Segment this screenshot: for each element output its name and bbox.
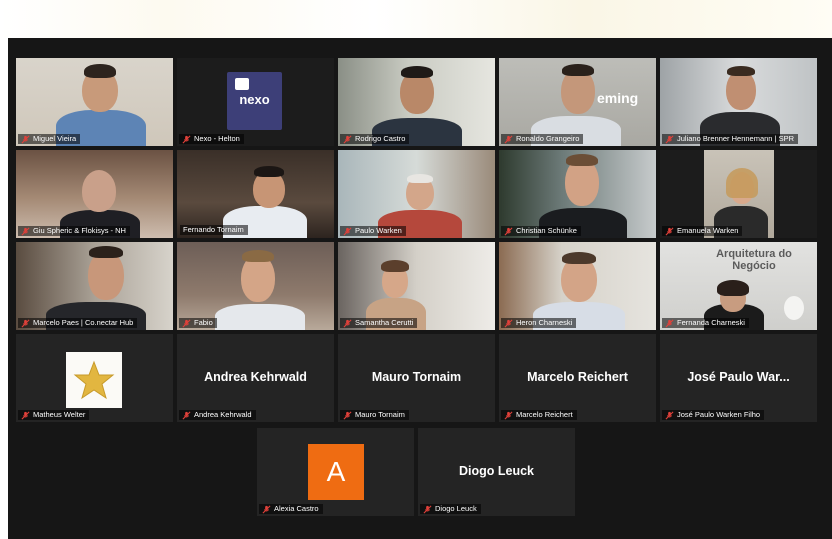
participant-tile-rodrigo-castro[interactable]: Rodrigo Castro xyxy=(338,58,495,146)
avatar xyxy=(66,352,122,408)
participant-name-label: Diogo Leuck xyxy=(420,504,481,514)
muted-microphone-icon xyxy=(504,319,513,327)
participant-display-name: Andrea Kehrwald xyxy=(204,370,307,384)
person-hair xyxy=(242,250,274,262)
muted-microphone-icon xyxy=(504,135,513,143)
wall-sign: eming xyxy=(597,90,639,106)
wall-sign: Arquitetura do Negócio xyxy=(716,248,792,272)
muted-microphone-icon xyxy=(21,227,30,235)
participant-name-label: Andrea Kehrwald xyxy=(179,410,256,420)
participant-name-label: Mauro Tornaim xyxy=(340,410,409,420)
participant-name-label: Ronaldo Grangeiro xyxy=(501,134,584,144)
participant-name-label: Juliano Brenner Hennemann | SPR xyxy=(662,134,799,144)
muted-microphone-icon xyxy=(182,319,191,327)
participant-tile-mauro-tornaim[interactable]: Mauro Tornaim Mauro Tornaim xyxy=(338,334,495,422)
muted-microphone-icon xyxy=(665,227,674,235)
muted-microphone-icon xyxy=(343,319,352,327)
muted-microphone-icon xyxy=(21,319,30,327)
participant-name-label: Fernanda Charneski xyxy=(662,318,749,328)
top-strip xyxy=(0,0,832,38)
muted-microphone-icon xyxy=(504,411,513,419)
participant-name-label: Giu Spheric & Flokisys - NH xyxy=(18,226,130,236)
participant-name-label: Emanuela Warken xyxy=(662,226,743,236)
muted-microphone-icon xyxy=(343,135,352,143)
participant-tile-alexia-castro[interactable]: A Alexia Castro xyxy=(257,428,414,516)
participant-tile-marcelo-paes[interactable]: Marcelo Paes | Co.nectar Hub xyxy=(16,242,173,330)
participant-name-label: Rodrigo Castro xyxy=(340,134,410,144)
participant-name-label: Marcelo Paes | Co.nectar Hub xyxy=(18,318,138,328)
muted-microphone-icon xyxy=(21,135,30,143)
muted-microphone-icon xyxy=(343,411,352,419)
participant-tile-fernanda-charneski[interactable]: Arquitetura do Negócio Fernanda Charnesk… xyxy=(660,242,817,330)
participant-name-label: Heron Charneski xyxy=(501,318,577,328)
participant-tile-nexo-helton[interactable]: nexo Nexo - Helton xyxy=(177,58,334,146)
muted-microphone-icon xyxy=(423,505,432,513)
person-hair xyxy=(381,260,409,272)
person-body xyxy=(215,304,305,330)
participant-tile-paulo-warken[interactable]: Paulo Warken xyxy=(338,150,495,238)
person-hair xyxy=(562,64,594,76)
muted-microphone-icon xyxy=(504,227,513,235)
participant-name-label: Fernando Tornaim xyxy=(180,225,248,235)
participant-name-label: Paulo Warken xyxy=(340,226,406,236)
muted-microphone-icon xyxy=(182,135,191,143)
participant-display-name: Mauro Tornaim xyxy=(371,370,462,384)
participant-tile-heron-charneski[interactable]: Heron Charneski xyxy=(499,242,656,330)
person-hair xyxy=(727,66,755,76)
participant-name-label: José Paulo Warken Filho xyxy=(662,410,765,420)
participant-tile-fernando-tornaim[interactable]: Fernando Tornaim xyxy=(177,150,334,238)
muted-microphone-icon xyxy=(665,319,674,327)
muted-microphone-icon xyxy=(21,411,30,419)
participant-tile-samantha-cerutti[interactable]: Samantha Cerutti xyxy=(338,242,495,330)
participant-name-label: Fabio xyxy=(179,318,217,328)
participant-name-label: Marcelo Reichert xyxy=(501,410,577,420)
muted-microphone-icon xyxy=(343,227,352,235)
participant-tile-diogo-leuck[interactable]: Diogo Leuck Diogo Leuck xyxy=(418,428,575,516)
participant-tile-marcelo-reichert[interactable]: Marcelo Reichert Marcelo Reichert xyxy=(499,334,656,422)
person-head xyxy=(82,170,116,212)
participant-tile-andrea-kehrwald[interactable]: Andrea Kehrwald Andrea Kehrwald xyxy=(177,334,334,422)
participant-tile-jose-paulo-warken-filho[interactable]: José Paulo War... José Paulo Warken Filh… xyxy=(660,334,817,422)
logo-text: nexo xyxy=(239,92,270,107)
muted-microphone-icon xyxy=(182,411,191,419)
headphones xyxy=(401,66,433,78)
participant-display-name: José Paulo War... xyxy=(687,370,790,384)
participant-tile-juliano-brenner[interactable]: Juliano Brenner Hennemann | SPR xyxy=(660,58,817,146)
participant-tile-ronaldo-grangeiro[interactable]: eming Ronaldo Grangeiro xyxy=(499,58,656,146)
participant-tile-fabio[interactable]: Fabio xyxy=(177,242,334,330)
participant-name-label: Samantha Cerutti xyxy=(340,318,418,328)
muted-microphone-icon xyxy=(665,135,674,143)
participant-name-label: Alexia Castro xyxy=(259,504,323,514)
participant-tile-emanuela-warken[interactable]: Emanuela Warken xyxy=(660,150,817,238)
participant-tile-giu-spheric[interactable]: Giu Spheric & Flokisys - NH xyxy=(16,150,173,238)
participant-tile-matheus-welter[interactable]: Matheus Welter xyxy=(16,334,173,422)
avatar: A xyxy=(308,444,364,500)
nexo-logo: nexo xyxy=(227,72,282,130)
person-hair xyxy=(89,246,123,258)
muted-microphone-icon xyxy=(262,505,271,513)
person-head xyxy=(726,70,756,110)
logo-mark-icon xyxy=(235,78,249,90)
participant-tile-miguel-vieira[interactable]: Miguel Vieira xyxy=(16,58,173,146)
participant-name-label: Nexo - Helton xyxy=(179,134,244,144)
video-gallery: Miguel Vieira nexo Nexo - Helton Rodrigo… xyxy=(8,38,832,539)
person-hair xyxy=(562,252,596,264)
muted-microphone-icon xyxy=(665,411,674,419)
person-hair xyxy=(566,154,598,166)
participant-name-label: Christian Schünke xyxy=(501,226,581,236)
participant-display-name: Diogo Leuck xyxy=(458,464,534,478)
participant-display-name: Marcelo Reichert xyxy=(527,370,628,384)
star-icon xyxy=(73,360,115,400)
person-hair xyxy=(407,174,433,183)
person-hair xyxy=(726,168,758,198)
person-hair xyxy=(717,280,749,296)
flower-vase xyxy=(784,296,804,320)
person-hair xyxy=(84,64,116,78)
participant-name-label: Miguel Vieira xyxy=(18,134,81,144)
person-hair xyxy=(254,166,284,177)
participant-tile-christian-schunke[interactable]: Christian Schünke xyxy=(499,150,656,238)
participant-name-label: Matheus Welter xyxy=(18,410,90,420)
